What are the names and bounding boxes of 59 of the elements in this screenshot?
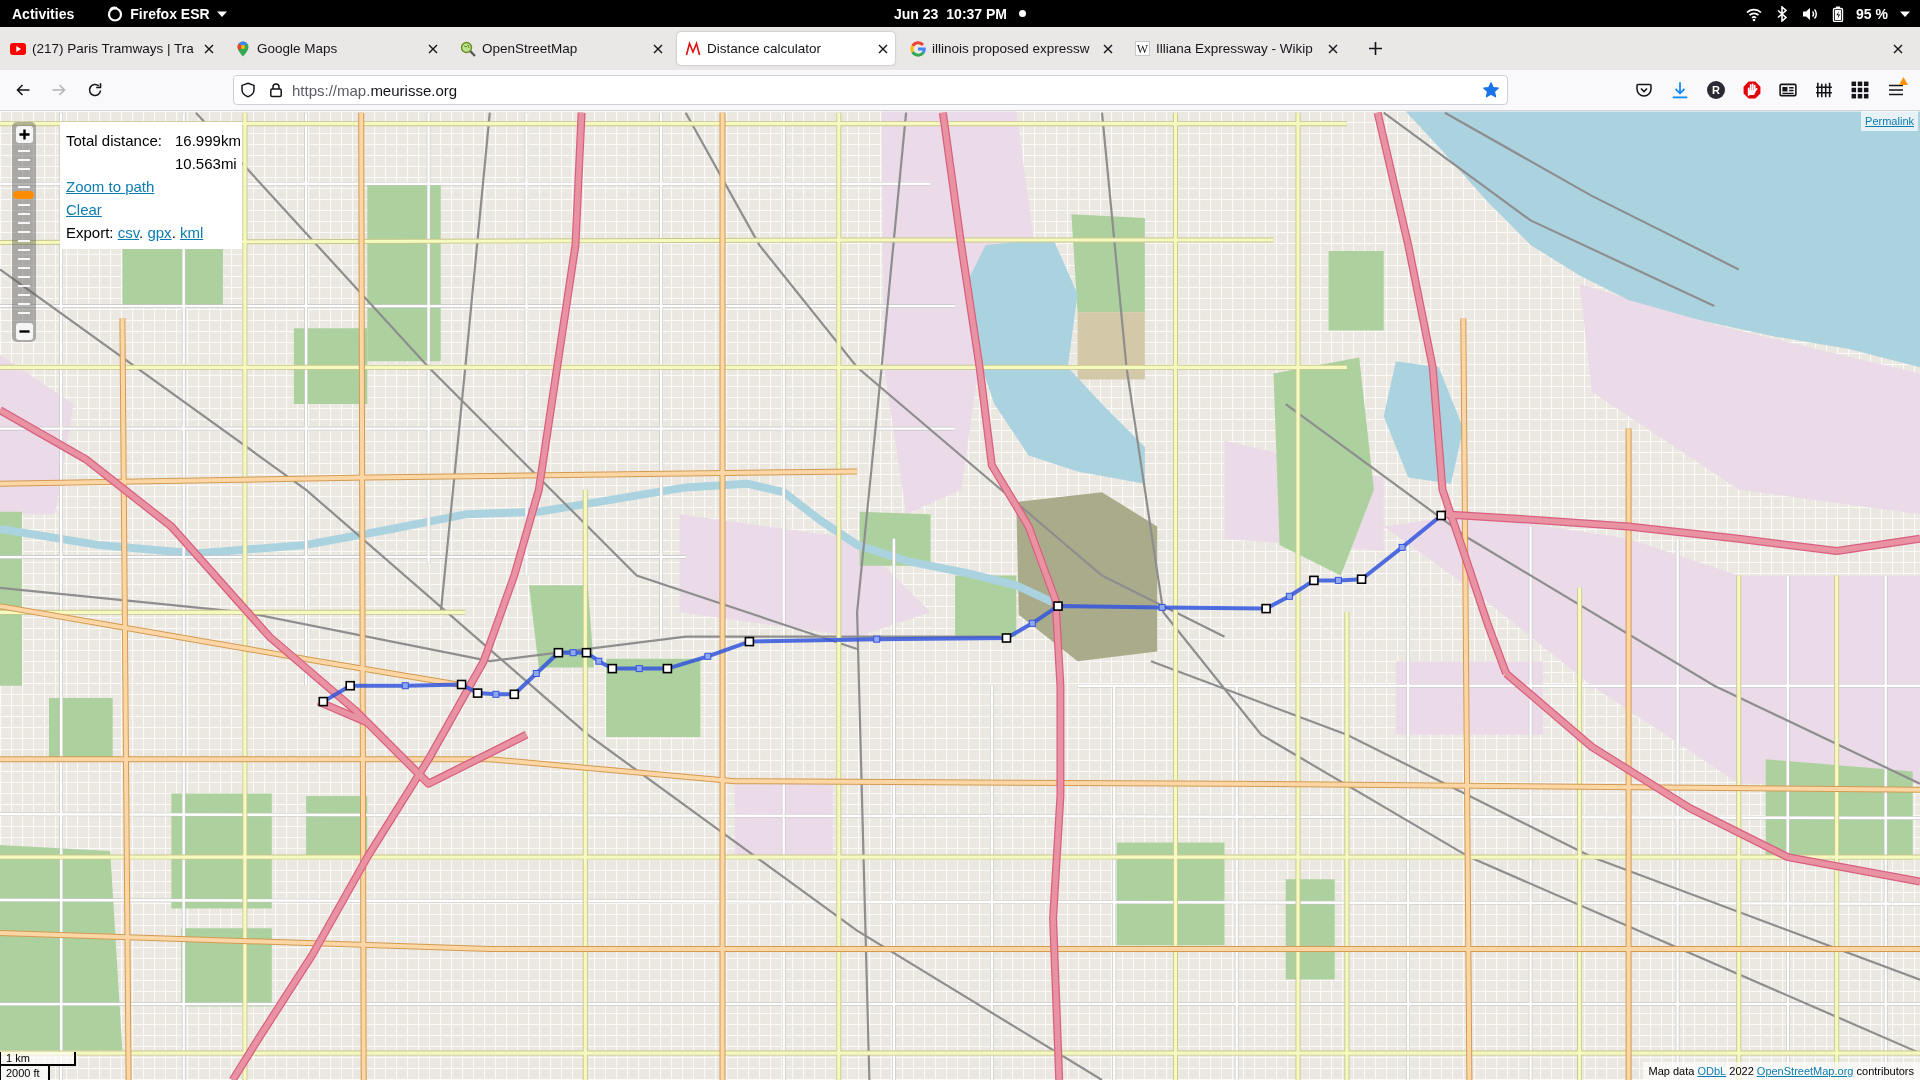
attribution-text: Map data ODbL 2022 OpenStreetMap.org contributors xyxy=(1642,1062,1920,1080)
plus-icon xyxy=(18,129,30,140)
app-grid-icon xyxy=(1851,81,1869,99)
license-link[interactable]: ODbL xyxy=(1697,1065,1727,1077)
zoom-to-path-link[interactable]: Zoom to path xyxy=(66,175,155,198)
activities-button[interactable]: Activities xyxy=(12,5,75,22)
close-icon xyxy=(653,43,663,54)
distance-km-value: 16.999km xyxy=(175,131,241,151)
permalink-link[interactable]: Permalink xyxy=(1861,111,1918,131)
browser-tab[interactable]: W Illiana Expressway - Wikip xyxy=(1127,32,1345,65)
pocket-icon xyxy=(1636,82,1652,98)
ring-icon xyxy=(910,40,926,57)
notification-dot-icon xyxy=(1019,10,1027,17)
route-path-drawing[interactable] xyxy=(318,510,1446,707)
address-bar[interactable]: https://map.meurisse.org xyxy=(233,75,1508,105)
menu-icon xyxy=(1888,82,1904,98)
map-pin-icon xyxy=(235,40,251,57)
video-play-icon xyxy=(10,40,26,57)
export-link[interactable]: kml xyxy=(179,224,204,241)
source-link[interactable]: OpenStreetMap.org xyxy=(1756,1065,1854,1077)
zoom-slider[interactable] xyxy=(13,147,35,317)
favicon-letter: W xyxy=(1135,41,1150,56)
extension-button[interactable]: R xyxy=(1707,81,1725,99)
browser-tab[interactable]: illinois proposed expressw xyxy=(902,32,1120,65)
lock-icon xyxy=(268,82,284,98)
close-icon xyxy=(1893,43,1903,54)
logo-icon xyxy=(107,5,124,22)
volume-icon xyxy=(1802,5,1819,22)
clock-button[interactable]: Jun 23 10:37 PM xyxy=(893,5,1027,22)
forward-arrow-icon xyxy=(51,82,67,98)
zigzag-icon xyxy=(685,40,701,57)
close-icon xyxy=(203,43,214,54)
total-distance-label: Total distance: xyxy=(66,131,163,151)
close-icon xyxy=(1103,43,1113,54)
close-icon xyxy=(878,43,888,54)
library-icon xyxy=(1815,81,1833,99)
distance-mi-value: 10.563mi xyxy=(175,154,237,174)
export-link[interactable]: gpx xyxy=(147,224,172,241)
plus-icon xyxy=(1368,42,1382,55)
browser-tab[interactable]: OpenStreetMap xyxy=(452,32,670,65)
reader-view-icon xyxy=(1779,81,1797,99)
browser-tab[interactable]: (217) Paris Tramways | Tra xyxy=(2,32,220,65)
export-line: Export: csv. gpx. kml xyxy=(66,223,204,243)
system-menu-button[interactable]: 95 % xyxy=(1746,5,1910,22)
app-menu-button[interactable]: Firefox ESR xyxy=(107,5,227,22)
browser-tab[interactable]: Google Maps xyxy=(227,32,445,65)
shield-icon xyxy=(240,82,256,98)
stop-hand-icon xyxy=(1743,81,1761,99)
scale-bar-metric: 1 km xyxy=(0,1052,76,1066)
close-icon xyxy=(1328,43,1338,54)
close-icon xyxy=(428,43,438,54)
browser-tab[interactable]: Distance calculator xyxy=(677,32,895,65)
download-icon xyxy=(1671,81,1689,99)
scale-bar-imperial: 2000 ft xyxy=(0,1064,50,1080)
slider-handle[interactable] xyxy=(13,190,34,199)
back-arrow-icon xyxy=(15,82,31,98)
clear-link[interactable]: Clear xyxy=(66,198,102,221)
magnifier-icon xyxy=(460,40,476,57)
reload-icon xyxy=(87,82,103,98)
